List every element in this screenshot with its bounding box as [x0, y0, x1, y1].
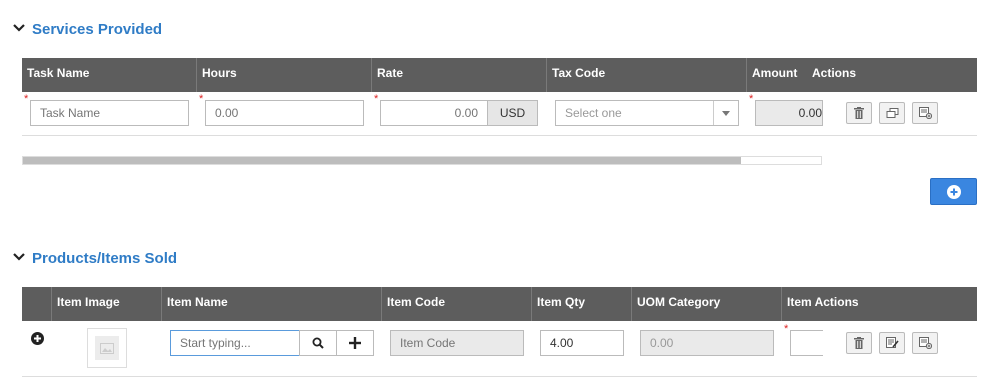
item-name-input[interactable] — [170, 330, 300, 356]
plus-circle-icon — [31, 332, 44, 345]
row-divider — [22, 135, 977, 136]
add-row-below-button[interactable] — [912, 102, 938, 124]
col-amount: Amount — [752, 66, 798, 80]
task-name-input[interactable] — [30, 100, 189, 126]
col-actions: Actions — [812, 66, 857, 80]
horizontal-scrollbar[interactable] — [22, 156, 822, 165]
edit-icon — [885, 337, 899, 348]
plus-circle-icon — [946, 184, 961, 199]
products-section-title[interactable]: Products/Items Sold — [32, 250, 177, 267]
services-collapse-chevron-icon[interactable] — [13, 23, 25, 36]
col-uom-category: UOM Category — [632, 287, 782, 321]
products-table-header: Item Image Item Name Item Code Item Qty … — [22, 287, 977, 321]
item-search-button[interactable] — [299, 330, 337, 356]
col-item-qty: Item Qty — [532, 287, 632, 321]
uom-category-field: 0.00 — [640, 330, 774, 356]
required-marker: * — [374, 93, 379, 105]
item-add-button[interactable] — [336, 330, 374, 356]
required-marker: * — [749, 93, 754, 105]
hours-input[interactable] — [205, 100, 364, 126]
image-placeholder-icon — [95, 336, 119, 360]
copy-icon — [886, 107, 898, 118]
dropdown-arrow-icon[interactable] — [713, 101, 738, 125]
add-item-row-button[interactable] — [912, 332, 938, 354]
rate-input[interactable] — [380, 100, 488, 126]
add-row-icon — [918, 107, 932, 119]
required-marker: * — [24, 93, 29, 105]
col-item-name: Item Name — [162, 287, 382, 321]
col-item-actions: Item Actions — [787, 295, 859, 309]
plus-icon — [349, 337, 361, 349]
delete-row-button[interactable] — [846, 102, 872, 124]
expand-row-button[interactable] — [31, 332, 44, 348]
col-tax-code: Tax Code — [547, 58, 747, 92]
col-item-code: Item Code — [382, 287, 532, 321]
copy-row-button[interactable] — [879, 102, 905, 124]
edit-item-button[interactable] — [879, 332, 905, 354]
amount-field: 0.00 — [755, 100, 823, 126]
scrollbar-thumb[interactable] — [23, 157, 742, 164]
search-icon — [312, 337, 324, 349]
services-section-title[interactable]: Services Provided — [32, 21, 162, 38]
col-expand — [22, 287, 52, 321]
required-marker: * — [199, 93, 204, 105]
products-collapse-chevron-icon[interactable] — [13, 252, 25, 265]
tax-code-select-value: Select one — [565, 106, 622, 120]
delete-item-button[interactable] — [846, 332, 872, 354]
services-table-header: Task Name Hours Rate Tax Code Amount Act… — [22, 58, 977, 92]
add-row-icon — [918, 337, 932, 349]
item-code-field — [390, 330, 524, 356]
row-divider — [22, 376, 977, 377]
add-service-button[interactable] — [930, 178, 977, 205]
item-extra-input[interactable] — [790, 330, 823, 356]
item-qty-input[interactable]: 4.00 — [540, 330, 624, 356]
trash-icon — [854, 337, 864, 349]
tax-code-select[interactable]: Select one — [555, 100, 739, 126]
col-hours: Hours — [197, 58, 372, 92]
col-rate: Rate — [372, 58, 547, 92]
col-item-image: Item Image — [52, 287, 162, 321]
trash-icon — [854, 107, 864, 119]
required-marker: * — [784, 323, 789, 335]
currency-addon: USD — [487, 100, 538, 126]
col-task-name: Task Name — [22, 58, 197, 92]
item-image-thumbnail[interactable] — [87, 328, 127, 368]
